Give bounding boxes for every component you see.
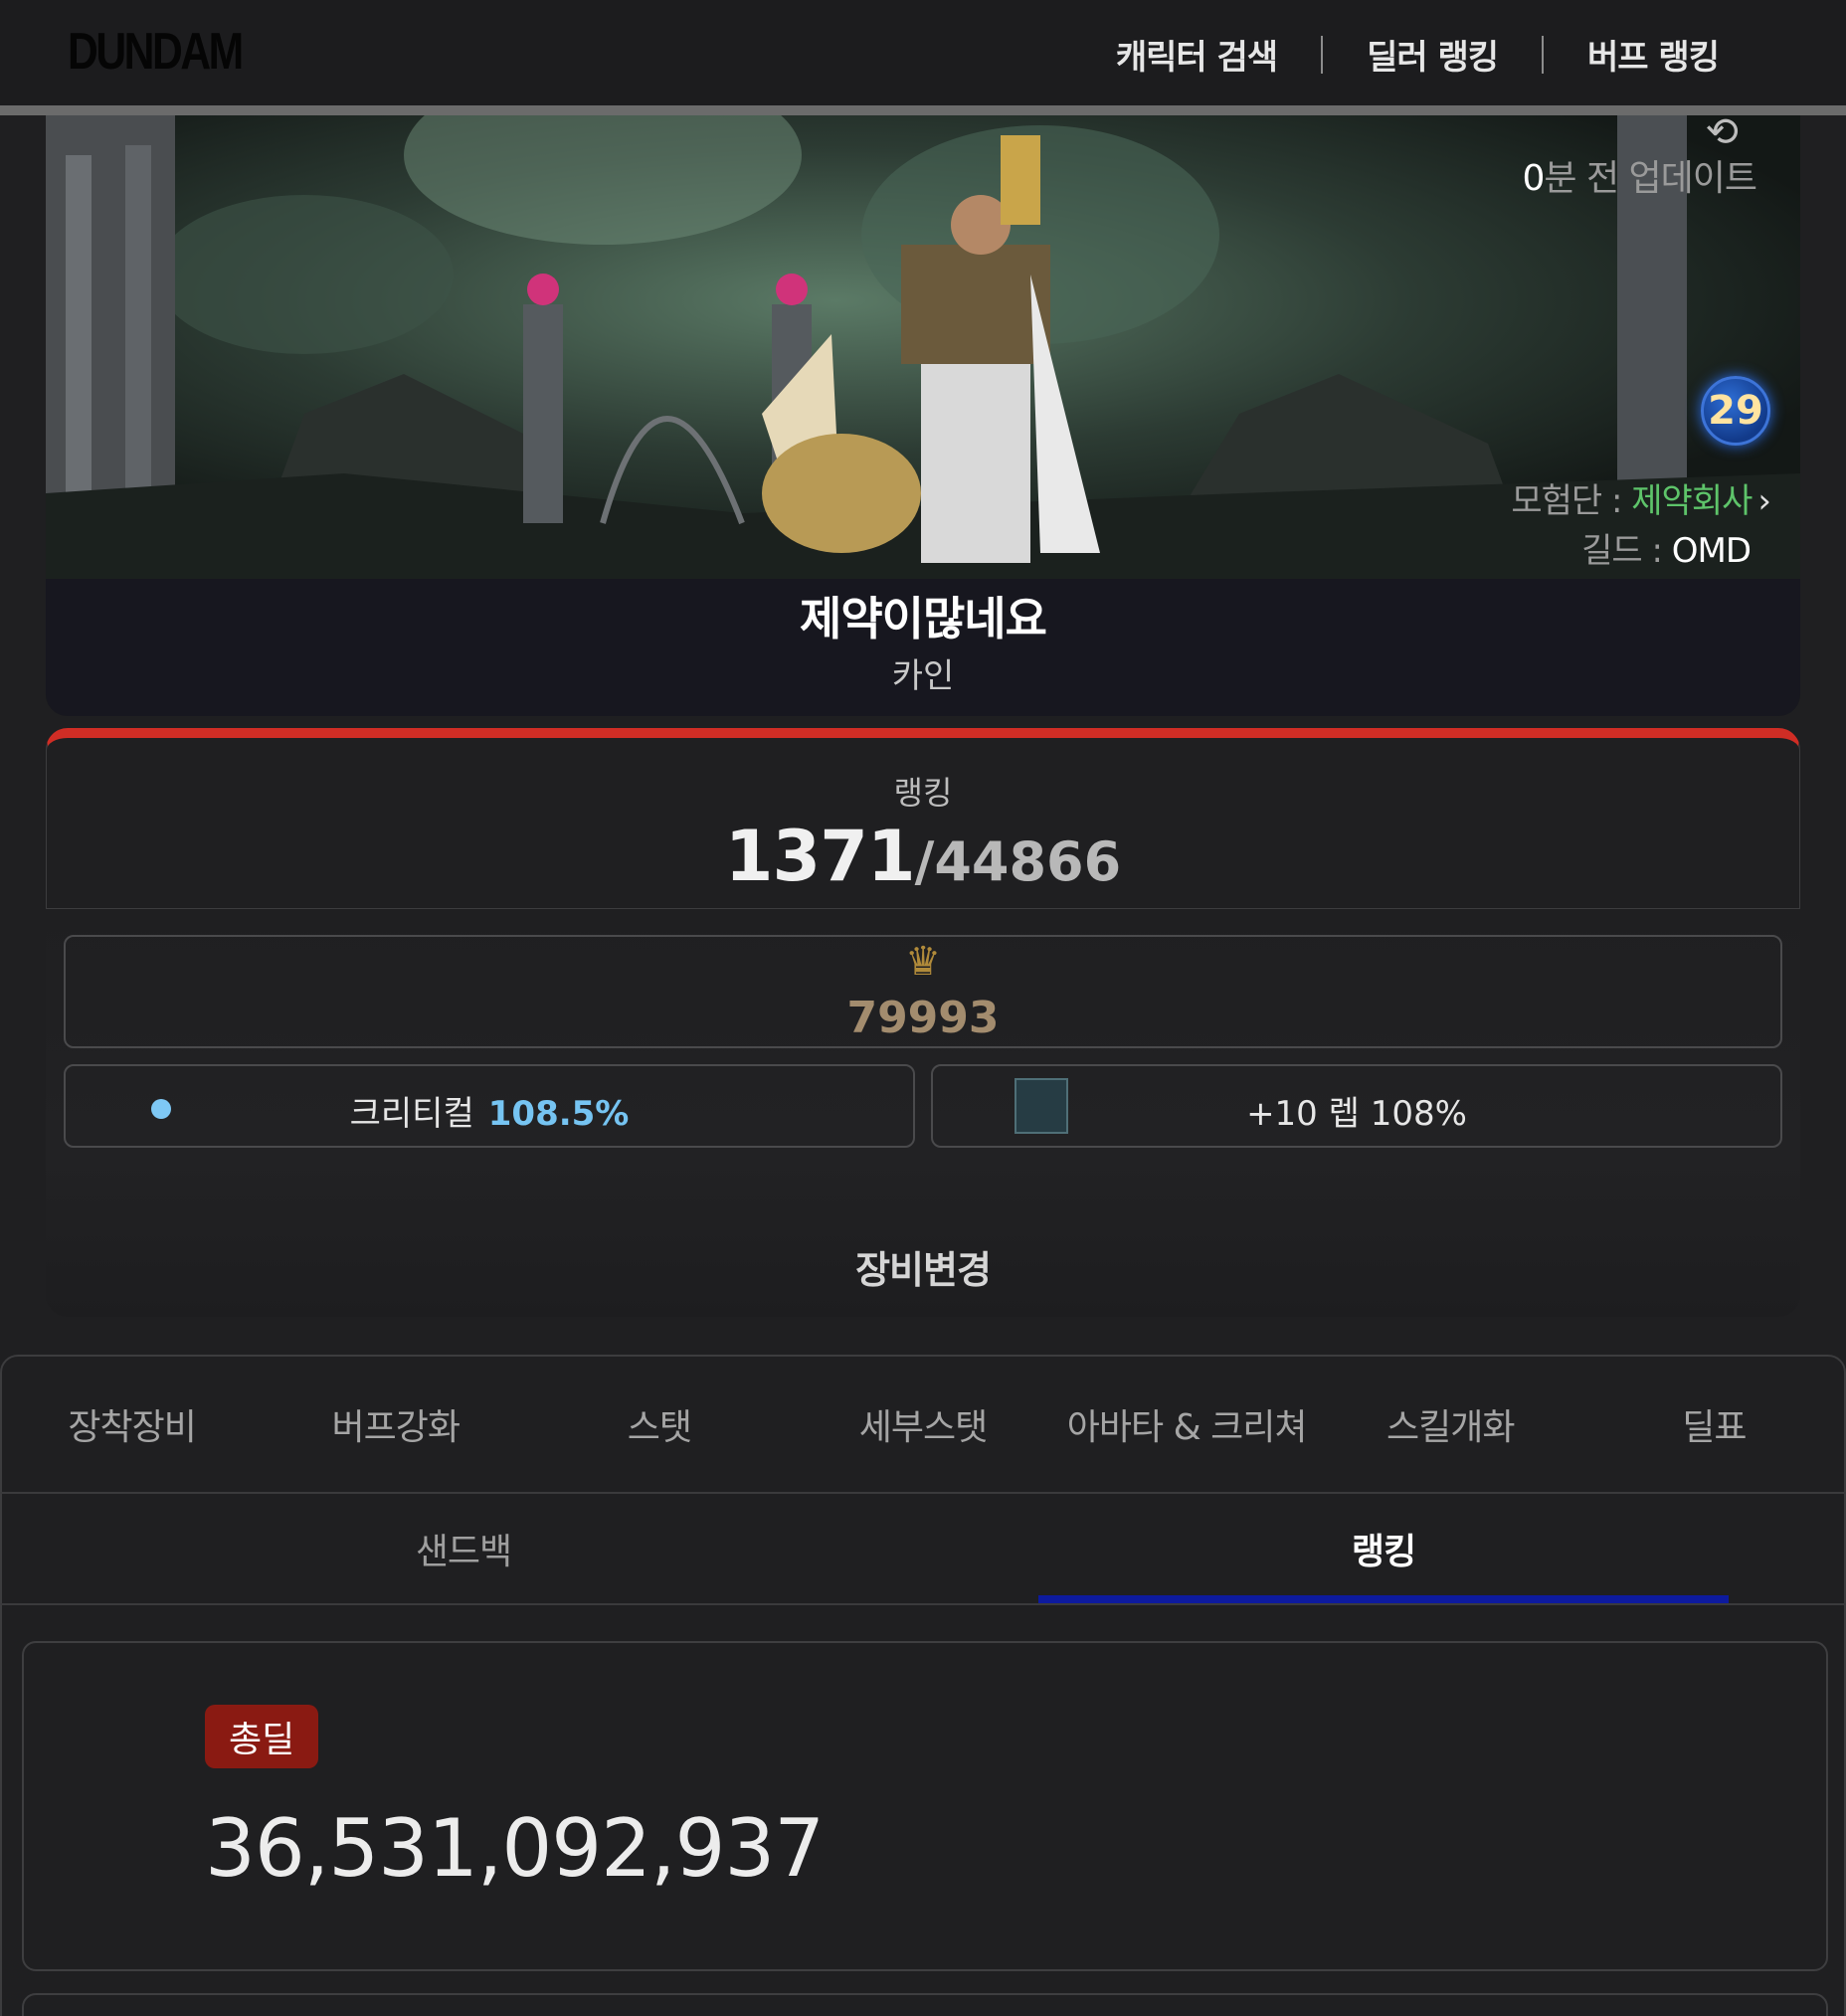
tab-stats[interactable]: 스탯 xyxy=(527,1355,791,1494)
equip-change-button[interactable]: 장비변경 xyxy=(0,1239,1846,1294)
nav-dealer-ranking[interactable]: 딜러 랭킹 xyxy=(1367,30,1499,79)
character-banner: ⟲ 0분 전 업데이트 29 모험단 : 제약회사 › 길드 : OMD 제약이많… xyxy=(46,115,1800,716)
top-navbar: DUNDAM 캐릭터 검색 딜러 랭킹 버프 랭킹 xyxy=(0,0,1846,105)
weapon-stat: +10 렙 108% xyxy=(1246,1094,1467,1134)
header-border xyxy=(0,105,1846,115)
tab-deal-table[interactable]: 딜표 xyxy=(1582,1355,1846,1494)
main-nav: 캐릭터 검색 딜러 랭킹 버프 랭킹 xyxy=(1116,30,1720,79)
subtab-sandbag[interactable]: 샌드백 xyxy=(0,1494,927,1603)
site-logo[interactable]: DUNDAM xyxy=(68,22,244,82)
nav-character-search[interactable]: 캐릭터 검색 xyxy=(1116,30,1278,79)
ranking-value: 1371/44866 xyxy=(47,816,1799,897)
main-tabs: 장착장비 버프강화 스탯 세부스탯 아바타 & 크리쳐 스킬개화 딜표 xyxy=(0,1355,1846,1494)
ranking-total: /44866 xyxy=(914,830,1122,893)
update-time: 0분 전 업데이트 xyxy=(1522,158,1757,199)
nav-divider xyxy=(1542,35,1545,74)
score-box: ♛ 79993 xyxy=(64,935,1782,1048)
next-card xyxy=(22,1993,1828,2016)
tab-skill-bloom[interactable]: 스킬개화 xyxy=(1319,1355,1582,1494)
sub-tabs: 샌드백 랭킹 xyxy=(0,1494,1846,1603)
ranking-label: 랭킹 xyxy=(893,774,953,812)
level-badge: 29 xyxy=(1701,376,1770,446)
nav-buff-ranking[interactable]: 버프 랭킹 xyxy=(1587,30,1720,79)
total-damage-badge: 총딜 xyxy=(205,1705,319,1768)
tab-detail-stats[interactable]: 세부스탯 xyxy=(791,1355,1054,1494)
tab-avatar-creature[interactable]: 아바타 & 크리쳐 xyxy=(1055,1355,1319,1494)
crown-icon: ♛ xyxy=(905,939,941,985)
weapon-box: +10 렙 108% xyxy=(931,1064,1782,1148)
score-value: 79993 xyxy=(846,993,1000,1043)
chevron-right-icon: › xyxy=(1757,481,1771,521)
active-subtab-indicator xyxy=(1038,1595,1729,1603)
guild-name: OMD xyxy=(1671,531,1752,571)
subtab-ranking[interactable]: 랭킹 xyxy=(1038,1494,1729,1603)
adventure-group[interactable]: 모험단 : 제약회사 › xyxy=(1511,473,1771,522)
critical-stat: 크리티컬 108.5% xyxy=(349,1094,630,1134)
nav-divider xyxy=(1321,35,1324,74)
total-damage-value: 36,531,092,937 xyxy=(205,1802,825,1895)
adventure-name: 제약회사 xyxy=(1631,481,1753,521)
guild-info: 길드 : OMD xyxy=(1581,531,1752,571)
tab-buff-enhance[interactable]: 버프강화 xyxy=(264,1355,527,1494)
ranking-card: 랭킹 1371/44866 xyxy=(46,728,1800,909)
ranking-current: 1371 xyxy=(724,816,916,897)
subtab-divider xyxy=(0,1603,1846,1605)
character-name: 제약이많네요 xyxy=(800,592,1047,645)
character-class: 카인 xyxy=(891,656,955,696)
tab-equipment[interactable]: 장착장비 xyxy=(0,1355,264,1494)
critical-box: 크리티컬 108.5% xyxy=(64,1064,915,1148)
